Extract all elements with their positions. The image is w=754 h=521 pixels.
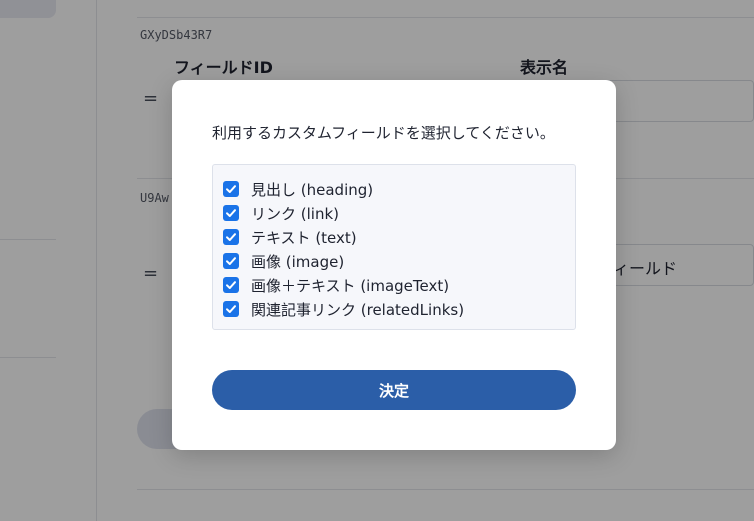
custom-field-label: 画像 (image)	[251, 252, 345, 271]
checkbox[interactable]	[223, 301, 239, 317]
custom-field-option[interactable]: 見出し (heading)	[223, 177, 575, 201]
dialog-title: 利用するカスタムフィールドを選択してください。	[212, 124, 555, 142]
checkbox[interactable]	[223, 253, 239, 269]
checkbox[interactable]	[223, 205, 239, 221]
checkbox[interactable]	[223, 229, 239, 245]
field-select-dialog: 利用するカスタムフィールドを選択してください。 見出し (heading) リンク…	[172, 80, 616, 450]
page: GXyDSb43R7 フィールドID 表示名 = U9Aw = ィールド 利用す…	[0, 0, 754, 521]
custom-field-label: リンク (link)	[251, 204, 340, 223]
checkmark-icon	[226, 257, 236, 265]
checkmark-icon	[226, 209, 236, 217]
custom-field-option[interactable]: テキスト (text)	[223, 225, 575, 249]
checkmark-icon	[226, 233, 236, 241]
custom-field-option[interactable]: 関連記事リンク (relatedLinks)	[223, 297, 575, 321]
custom-field-label: 画像＋テキスト (imageText)	[251, 276, 450, 295]
checkbox[interactable]	[223, 181, 239, 197]
custom-field-option[interactable]: 画像＋テキスト (imageText)	[223, 273, 575, 297]
checkmark-icon	[226, 305, 236, 313]
custom-field-option[interactable]: 画像 (image)	[223, 249, 575, 273]
custom-field-option[interactable]: リンク (link)	[223, 201, 575, 225]
checkmark-icon	[226, 185, 236, 193]
custom-field-label: 見出し (heading)	[251, 180, 374, 199]
confirm-button[interactable]: 決定	[212, 370, 576, 410]
custom-field-label: テキスト (text)	[251, 228, 357, 247]
checkbox[interactable]	[223, 277, 239, 293]
checkmark-icon	[226, 281, 236, 289]
custom-field-label: 関連記事リンク (relatedLinks)	[251, 300, 465, 319]
custom-field-list: 見出し (heading) リンク (link) テキスト (text) 画像 (im…	[212, 164, 576, 330]
